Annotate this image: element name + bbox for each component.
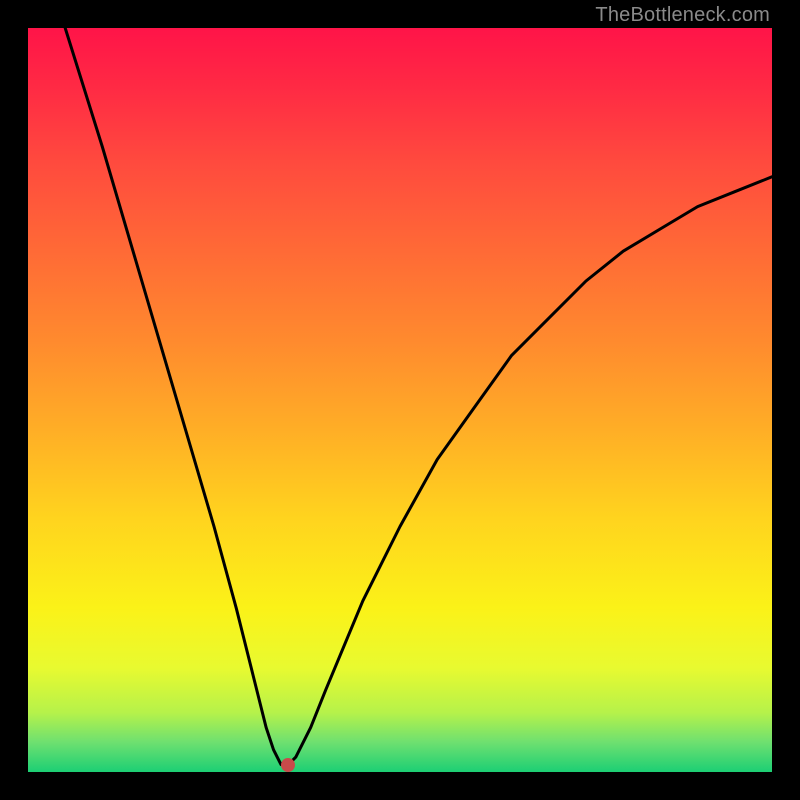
plot-area — [28, 28, 772, 772]
optimal-point-marker — [281, 758, 295, 772]
chart-frame: TheBottleneck.com — [0, 0, 800, 800]
bottleneck-curve — [28, 28, 772, 772]
watermark-text: TheBottleneck.com — [595, 4, 770, 27]
